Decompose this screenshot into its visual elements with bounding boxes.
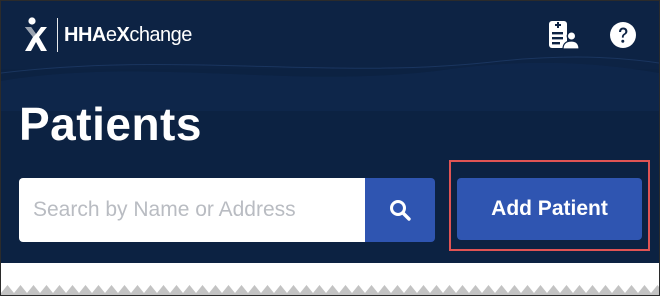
search-button[interactable] — [365, 178, 435, 242]
add-patient-button[interactable]: Add Patient — [457, 178, 642, 240]
brand-name-part: e — [105, 23, 117, 46]
help-button[interactable] — [607, 19, 639, 51]
brand-name-part: change — [129, 23, 192, 46]
search-icon — [390, 200, 411, 221]
search-input[interactable] — [19, 178, 365, 242]
patient-list-button[interactable] — [547, 19, 579, 51]
help-icon — [610, 22, 636, 48]
header-band: HHAeXchange Patients Search by Name or A… — [1, 1, 659, 263]
search-bar — [19, 178, 435, 242]
patient-list-icon — [549, 21, 579, 50]
hhaexchange-logo-icon — [25, 17, 47, 51]
torn-edge-decoration — [1, 263, 659, 295]
page-title: Patients — [19, 98, 202, 150]
brand-name-part: HHA — [64, 23, 106, 46]
brand-name-part: X — [116, 23, 130, 46]
logo-divider — [57, 18, 58, 52]
hhaexchange-logo[interactable]: HHAeXchange — [23, 15, 192, 55]
brand-name: HHAeXchange — [64, 24, 192, 47]
app-frame: HHAeXchange Patients Search by Name or A… — [0, 0, 660, 296]
